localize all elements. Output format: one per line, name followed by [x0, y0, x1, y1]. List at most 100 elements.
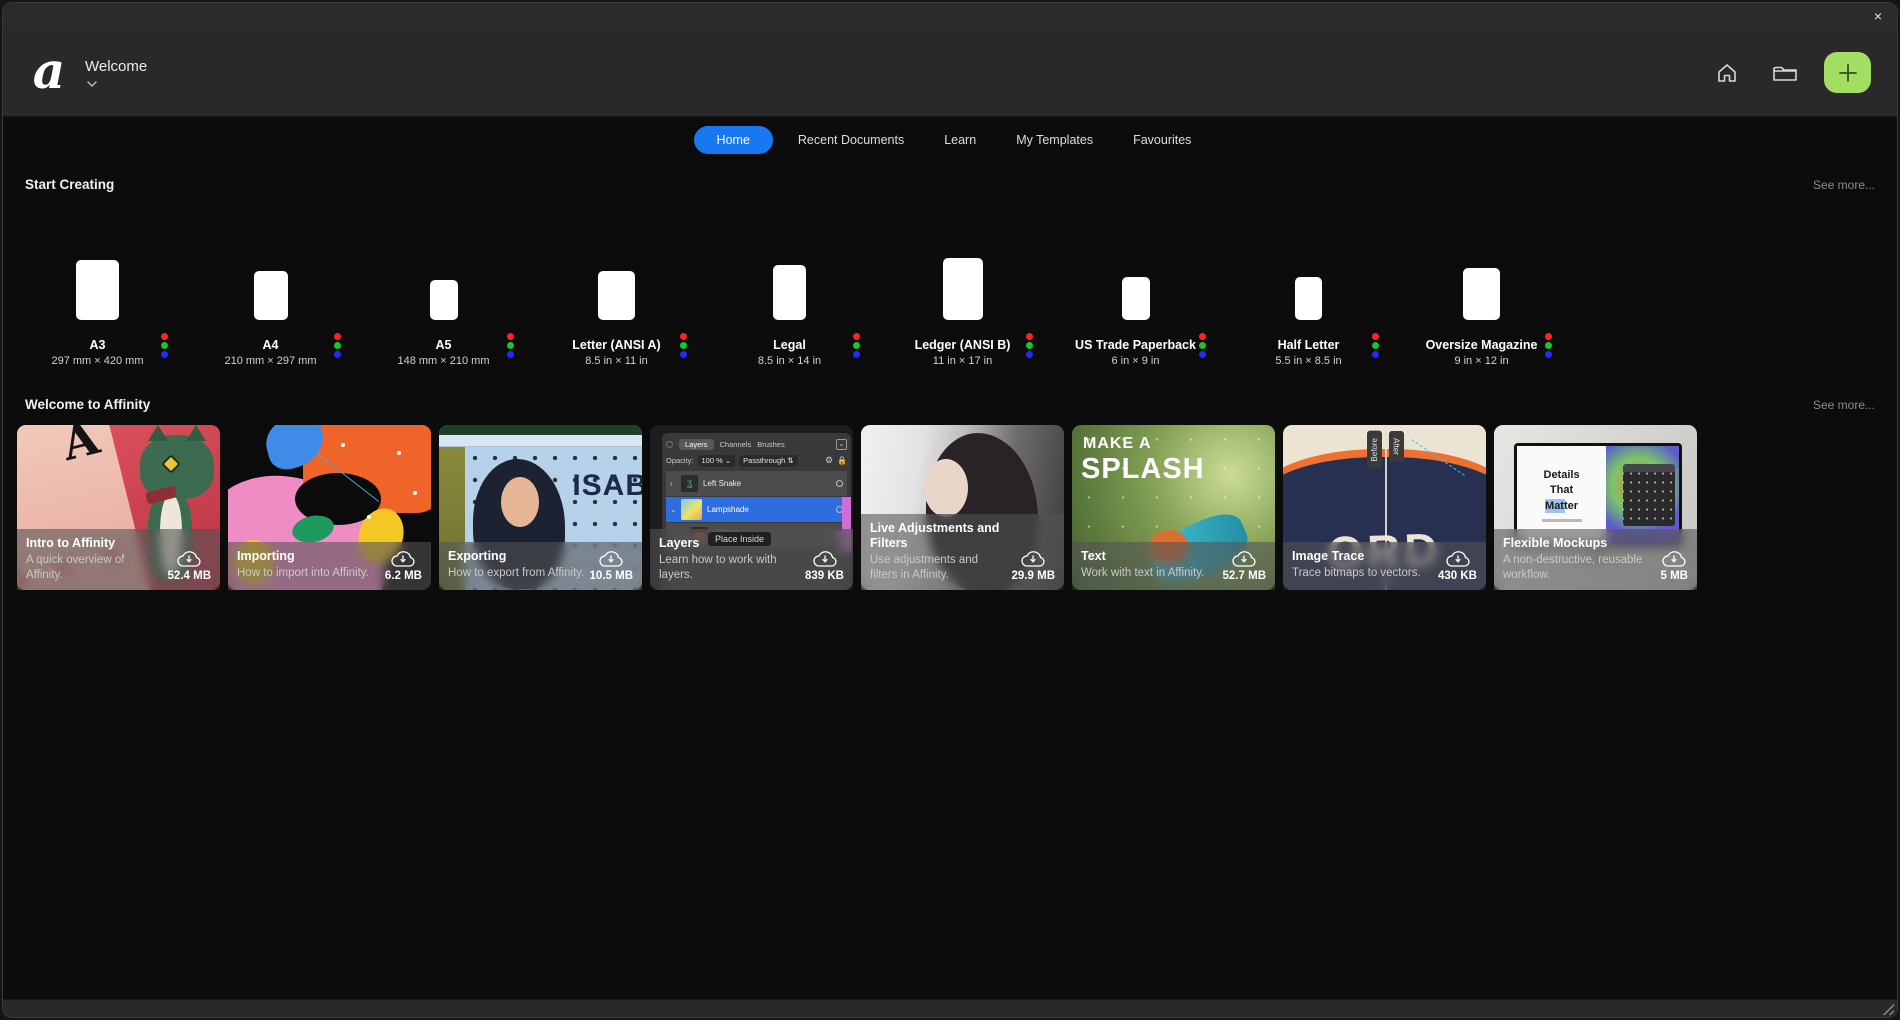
see-more-start-creating[interactable]: See more...	[1813, 178, 1875, 192]
preset-a4[interactable]: A4 210 mm × 297 mm	[184, 200, 357, 367]
color-format-dots	[1199, 333, 1206, 358]
see-more-welcome[interactable]: See more...	[1813, 398, 1875, 412]
page-preview	[943, 258, 983, 320]
card-description: How to export from Affinity.	[448, 566, 586, 580]
card-download-size: 430 KB	[1438, 570, 1477, 582]
green-dot-icon	[334, 342, 341, 349]
thumb-text-line1: Details	[1544, 468, 1580, 482]
card-description: A non-destructive, reusable workflow.	[1503, 553, 1657, 582]
layer-row-label: Left Snake	[703, 479, 741, 488]
card-intro-to-affinity[interactable]: A A K K A Intro to Affinity A quick over…	[17, 425, 220, 590]
tab-home[interactable]: Home	[694, 126, 773, 154]
affinity-logo-icon: a	[29, 49, 69, 97]
thumb-text-line3: Matter	[1545, 499, 1578, 513]
green-dot-icon	[1545, 342, 1552, 349]
before-label: Before	[1367, 431, 1382, 469]
preset-dimensions: 9 in × 12 in	[1454, 355, 1508, 367]
section-title-welcome: Welcome to Affinity	[25, 397, 150, 412]
preset-legal[interactable]: Legal 8.5 in × 14 in	[703, 200, 876, 367]
card-description: Trace bitmaps to vectors.	[1292, 566, 1434, 580]
home-icon[interactable]	[1714, 60, 1740, 86]
card-overlay: Exporting How to export from Affinity. 1…	[439, 542, 642, 590]
green-dot-icon	[507, 342, 514, 349]
tab-favourites[interactable]: Favourites	[1118, 126, 1206, 154]
tab-recent-documents[interactable]: Recent Documents	[783, 126, 919, 154]
cloud-download-icon	[1020, 549, 1046, 568]
color-format-dots	[853, 333, 860, 358]
preset-ledger-ansi-b[interactable]: Ledger (ANSI B) 11 in × 17 in	[876, 200, 1049, 367]
card-title: Text	[1081, 549, 1219, 564]
preset-half-letter[interactable]: Half Letter 5.5 in × 8.5 in	[1222, 200, 1395, 367]
card-importing[interactable]: Importing How to import into Affinity. 6…	[228, 425, 431, 590]
card-description: Use adjustments and filters in Affinity.	[870, 553, 1008, 582]
chevron-down-icon	[87, 81, 97, 87]
preset-dimensions: 8.5 in × 11 in	[585, 355, 647, 367]
card-text[interactable]: MAKE A SPLASH Text Work with text in Aff…	[1072, 425, 1275, 590]
preset-name: A4	[263, 338, 279, 352]
preset-oversize-magazine[interactable]: Oversize Magazine 9 in × 12 in	[1395, 200, 1568, 367]
preset-a5[interactable]: A5 148 mm × 210 mm	[357, 200, 530, 367]
thumb-text-line2: SPLASH	[1081, 453, 1205, 486]
preset-dimensions: 210 mm × 297 mm	[224, 355, 316, 367]
preset-name: Legal	[773, 338, 806, 352]
card-exporting[interactable]: ISAB Exporting How to export from Affini…	[439, 425, 642, 590]
lock-icon: 🔒	[837, 456, 847, 465]
open-folder-icon[interactable]	[1772, 60, 1798, 86]
section-title-start-creating: Start Creating	[25, 177, 114, 192]
preset-letter-ansi-a[interactable]: Letter (ANSI A) 8.5 in × 11 in	[530, 200, 703, 367]
green-dot-icon	[680, 342, 687, 349]
preset-dimensions: 5.5 in × 8.5 in	[1275, 355, 1341, 367]
resize-grip[interactable]	[1881, 1002, 1894, 1015]
page-preview	[76, 260, 119, 320]
close-icon[interactable]: ×	[1867, 6, 1889, 26]
preset-dimensions: 8.5 in × 14 in	[758, 355, 821, 367]
color-format-dots	[1026, 333, 1033, 358]
color-format-dots	[680, 333, 687, 358]
red-dot-icon	[1372, 333, 1379, 340]
preset-name: Ledger (ANSI B)	[915, 338, 1011, 352]
card-download-size: 839 KB	[805, 570, 844, 582]
page-preview	[254, 271, 288, 320]
blue-dot-icon	[1199, 351, 1206, 358]
preset-name: Letter (ANSI A)	[572, 338, 660, 352]
color-format-dots	[161, 333, 168, 358]
card-image-trace[interactable]: ORD Before After Image Trace Trace bitma…	[1283, 425, 1486, 590]
preset-dimensions: 6 in × 9 in	[1111, 355, 1159, 367]
opacity-value: 100 %	[702, 456, 723, 465]
color-format-dots	[334, 333, 341, 358]
layers-panel-tab: Layers	[679, 439, 714, 450]
thumb-text-line2: That	[1550, 483, 1573, 497]
card-title: Live Adjustments and Filters	[870, 521, 1008, 551]
card-download-size: 6.2 MB	[385, 570, 422, 582]
preset-name: Oversize Magazine	[1426, 338, 1538, 352]
red-dot-icon	[161, 333, 168, 340]
title-bar[interactable]: ×	[3, 3, 1897, 29]
app-header: a Welcome	[3, 29, 1897, 117]
blue-dot-icon	[1545, 351, 1552, 358]
new-document-button[interactable]	[1824, 52, 1871, 93]
card-download-size: 52.4 MB	[168, 570, 211, 582]
red-dot-icon	[1199, 333, 1206, 340]
card-layers[interactable]: Layers Channels Brushes ⌄ Opacity: 100 %…	[650, 425, 853, 590]
card-live-adjustments-and-filters[interactable]: Live Adjustments and Filters Use adjustm…	[861, 425, 1064, 590]
card-description: Learn how to work with layers.	[659, 553, 801, 582]
green-dot-icon	[1372, 342, 1379, 349]
nav-tabbar: Home Recent Documents Learn My Templates…	[3, 117, 1897, 161]
preset-name: A5	[436, 338, 452, 352]
opacity-label: Opacity:	[666, 456, 694, 465]
tab-my-templates[interactable]: My Templates	[1001, 126, 1108, 154]
card-overlay: Text Work with text in Affinity. 52.7 MB	[1072, 542, 1275, 590]
preset-dimensions: 11 in × 17 in	[933, 355, 992, 367]
card-download-size: 29.9 MB	[1012, 570, 1055, 582]
page-preview	[1463, 268, 1500, 320]
app-menu[interactable]: a Welcome	[29, 49, 147, 97]
red-dot-icon	[334, 333, 341, 340]
preset-us-trade-paperback[interactable]: US Trade Paperback 6 in × 9 in	[1049, 200, 1222, 367]
channels-panel-tab: Channels	[720, 440, 752, 449]
cloud-download-icon	[1445, 549, 1471, 568]
card-title: Image Trace	[1292, 549, 1434, 564]
card-description: Work with text in Affinity.	[1081, 566, 1219, 580]
preset-a3[interactable]: A3 297 mm × 420 mm	[11, 200, 184, 367]
tab-learn[interactable]: Learn	[929, 126, 991, 154]
card-flexible-mockups[interactable]: Details That Matter Flexible Mockups A n…	[1494, 425, 1697, 590]
